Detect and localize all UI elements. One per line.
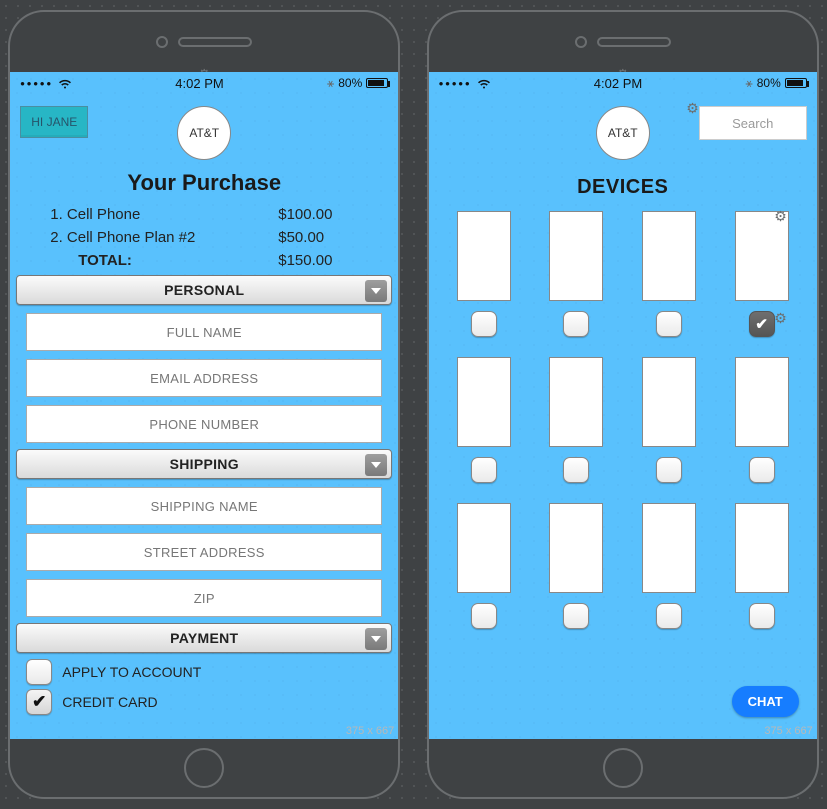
checkbox[interactable]	[656, 311, 682, 337]
section-shipping[interactable]: SHIPPING	[16, 449, 392, 479]
wifi-icon	[58, 78, 72, 89]
device-card[interactable]	[457, 503, 511, 593]
home-button-icon	[603, 748, 643, 788]
checkbox[interactable]	[26, 659, 52, 685]
canvas-dims: 375 x 667	[346, 725, 394, 737]
option-label: APPLY TO ACCOUNT	[62, 664, 201, 680]
status-bar: ••••• 4:02 PM ⚹ 80%	[10, 72, 398, 94]
email-field[interactable]: EMAIL ADDRESS	[26, 359, 382, 397]
device-select-row	[457, 311, 789, 337]
bluetooth-icon: ⚹	[327, 76, 334, 91]
status-time: 4:02 PM	[491, 76, 746, 91]
home-button-icon	[184, 748, 224, 788]
checkbox[interactable]	[656, 457, 682, 483]
device-card[interactable]	[735, 357, 789, 447]
device-card[interactable]	[549, 503, 603, 593]
section-label: PERSONAL	[164, 282, 244, 298]
chevron-down-icon[interactable]	[365, 454, 387, 476]
checkbox[interactable]	[563, 311, 589, 337]
device-card[interactable]	[735, 211, 789, 301]
device-select-row	[457, 603, 789, 629]
device-row	[457, 357, 789, 447]
speaker-icon	[597, 37, 671, 47]
device-card[interactable]	[642, 503, 696, 593]
brand-logo[interactable]: AT&T	[177, 106, 231, 160]
zip-field[interactable]: ZIP	[26, 579, 382, 617]
chat-button[interactable]: CHAT	[732, 686, 799, 717]
chevron-down-icon[interactable]	[365, 280, 387, 302]
line-item: 1. Cell Phone $100.00	[50, 206, 358, 223]
greeting-badge[interactable]: HI JANE	[20, 106, 88, 138]
battery-pct: 80%	[338, 76, 362, 90]
device-card[interactable]	[735, 503, 789, 593]
phone-bottom-bezel	[8, 739, 400, 799]
device-card[interactable]	[549, 211, 603, 301]
device-row	[457, 503, 789, 593]
full-name-field[interactable]: FULL NAME	[26, 313, 382, 351]
checkbox[interactable]	[656, 603, 682, 629]
shipping-name-field[interactable]: SHIPPING NAME	[26, 487, 382, 525]
device-select-row	[457, 457, 789, 483]
phone-top-bezel	[427, 10, 819, 72]
total-row: TOTAL: $150.00	[50, 252, 358, 269]
phone-top-bezel	[8, 10, 400, 72]
signal-icon: •••••	[20, 76, 53, 91]
device-card[interactable]	[457, 357, 511, 447]
wifi-icon	[477, 78, 491, 89]
payment-option-account: APPLY TO ACCOUNT	[10, 653, 398, 685]
camera-icon	[575, 36, 587, 48]
line-item: 2. Cell Phone Plan #2 $50.00	[50, 229, 358, 246]
battery-icon	[785, 78, 807, 88]
checkbox[interactable]	[563, 603, 589, 629]
page-title: Your Purchase	[10, 170, 398, 196]
status-time: 4:02 PM	[72, 76, 327, 91]
payment-option-credit: CREDIT CARD	[10, 685, 398, 715]
checkbox[interactable]	[749, 311, 775, 337]
street-field[interactable]: STREET ADDRESS	[26, 533, 382, 571]
bluetooth-icon: ⚹	[746, 76, 753, 91]
battery-icon	[366, 78, 388, 88]
section-payment[interactable]: PAYMENT	[16, 623, 392, 653]
section-label: SHIPPING	[170, 456, 239, 472]
checkbox[interactable]	[26, 689, 52, 715]
checkbox[interactable]	[749, 603, 775, 629]
speaker-icon	[178, 37, 252, 47]
device-row	[457, 211, 789, 301]
section-label: PAYMENT	[170, 630, 238, 646]
brand-logo[interactable]: AT&T	[596, 106, 650, 160]
signal-icon: •••••	[439, 76, 472, 91]
checkbox[interactable]	[563, 457, 589, 483]
checkbox[interactable]	[471, 603, 497, 629]
chevron-down-icon[interactable]	[365, 628, 387, 650]
device-card[interactable]	[642, 357, 696, 447]
phone-field[interactable]: PHONE NUMBER	[26, 405, 382, 443]
section-personal[interactable]: PERSONAL	[16, 275, 392, 305]
device-card[interactable]	[549, 357, 603, 447]
device-card[interactable]	[642, 211, 696, 301]
checkbox[interactable]	[471, 457, 497, 483]
line-items: 1. Cell Phone $100.00 2. Cell Phone Plan…	[10, 206, 398, 269]
phone-bottom-bezel	[427, 739, 819, 799]
camera-icon	[156, 36, 168, 48]
device-card[interactable]	[457, 211, 511, 301]
page-title: DEVICES	[429, 176, 817, 199]
canvas-dims: 375 x 667	[764, 725, 812, 737]
status-bar: ••••• 4:02 PM ⚹ 80%	[429, 72, 817, 94]
battery-pct: 80%	[757, 76, 781, 90]
checkbox[interactable]	[749, 457, 775, 483]
checkbox[interactable]	[471, 311, 497, 337]
option-label: CREDIT CARD	[62, 694, 157, 710]
